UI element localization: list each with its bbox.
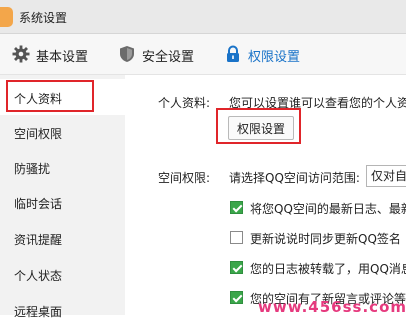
option-label: 您的日志被转载了，用QQ消息 (250, 262, 406, 276)
permission-settings-button[interactable]: 权限设置 (228, 116, 294, 140)
sidebar-item-label: 空间权限 (14, 127, 63, 141)
option-checkbox[interactable] (230, 231, 243, 244)
gear-icon (12, 45, 30, 63)
sidebar-item-label: 资讯提醒 (14, 233, 63, 247)
option-checkbox[interactable] (230, 201, 243, 214)
sidebar-item-anti-harassment[interactable]: 防骚扰 (0, 149, 125, 185)
sidebar: 个人资料 空间权限 防骚扰 临时会话 资讯提醒 个人状态 远程桌面 (0, 75, 125, 319)
sidebar-item-temp-session[interactable]: 临时会话 (0, 184, 125, 220)
shield-icon (120, 46, 134, 62)
sidebar-item-news-reminder[interactable]: 资讯提醒 (0, 220, 125, 256)
sidebar-item-profile[interactable]: 个人资料 (0, 79, 125, 115)
profile-label: 个人资料: (158, 96, 211, 110)
sidebar-item-remote-desktop[interactable]: 远程桌面 (0, 292, 125, 328)
space-range-select[interactable]: 仅对自 (366, 165, 406, 187)
sidebar-item-label: 个人资料 (14, 92, 63, 106)
tab-basic-settings[interactable]: 基本设置 (12, 34, 122, 74)
window-title: 系统设置 (19, 11, 68, 25)
sidebar-item-personal-status[interactable]: 个人状态 (0, 256, 125, 292)
sidebar-item-label: 临时会话 (14, 197, 63, 211)
main-content: 个人资料: 您可以设置谁可以查看您的个人资 权限设置 空间权限: 请选择QQ空间… (125, 75, 406, 315)
tab-permission-settings[interactable]: 权限设置 (224, 34, 334, 74)
sidebar-item-label: 防骚扰 (14, 162, 51, 176)
tab-security-label: 安全设置 (142, 50, 195, 65)
option-checkbox[interactable] (230, 261, 243, 274)
watermark: www.456ss.com (258, 298, 406, 316)
option-label: 更新说说时同步更新QQ签名 (250, 232, 401, 246)
tab-bar: 基本设置 安全设置 权限设置 (0, 34, 406, 75)
sidebar-item-label: 个人状态 (14, 269, 63, 283)
tab-security-settings[interactable]: 安全设置 (118, 34, 228, 74)
tab-basic-label: 基本设置 (36, 50, 89, 65)
space-permission-label: 空间权限: (158, 171, 211, 185)
title-bar: 系统设置 (0, 0, 406, 34)
space-range-description: 请选择QQ空间访问范围: (229, 171, 360, 185)
option-label: 将您QQ空间的最新日志、最新 (250, 202, 406, 216)
app-icon (0, 7, 13, 27)
sidebar-item-label: 远程桌面 (14, 305, 63, 319)
option-checkbox[interactable] (230, 291, 243, 304)
profile-description: 您可以设置谁可以查看您的个人资 (229, 96, 406, 110)
tab-permission-label: 权限设置 (248, 50, 301, 65)
lock-icon (227, 45, 239, 62)
sidebar-item-space-permission[interactable]: 空间权限 (0, 114, 125, 150)
